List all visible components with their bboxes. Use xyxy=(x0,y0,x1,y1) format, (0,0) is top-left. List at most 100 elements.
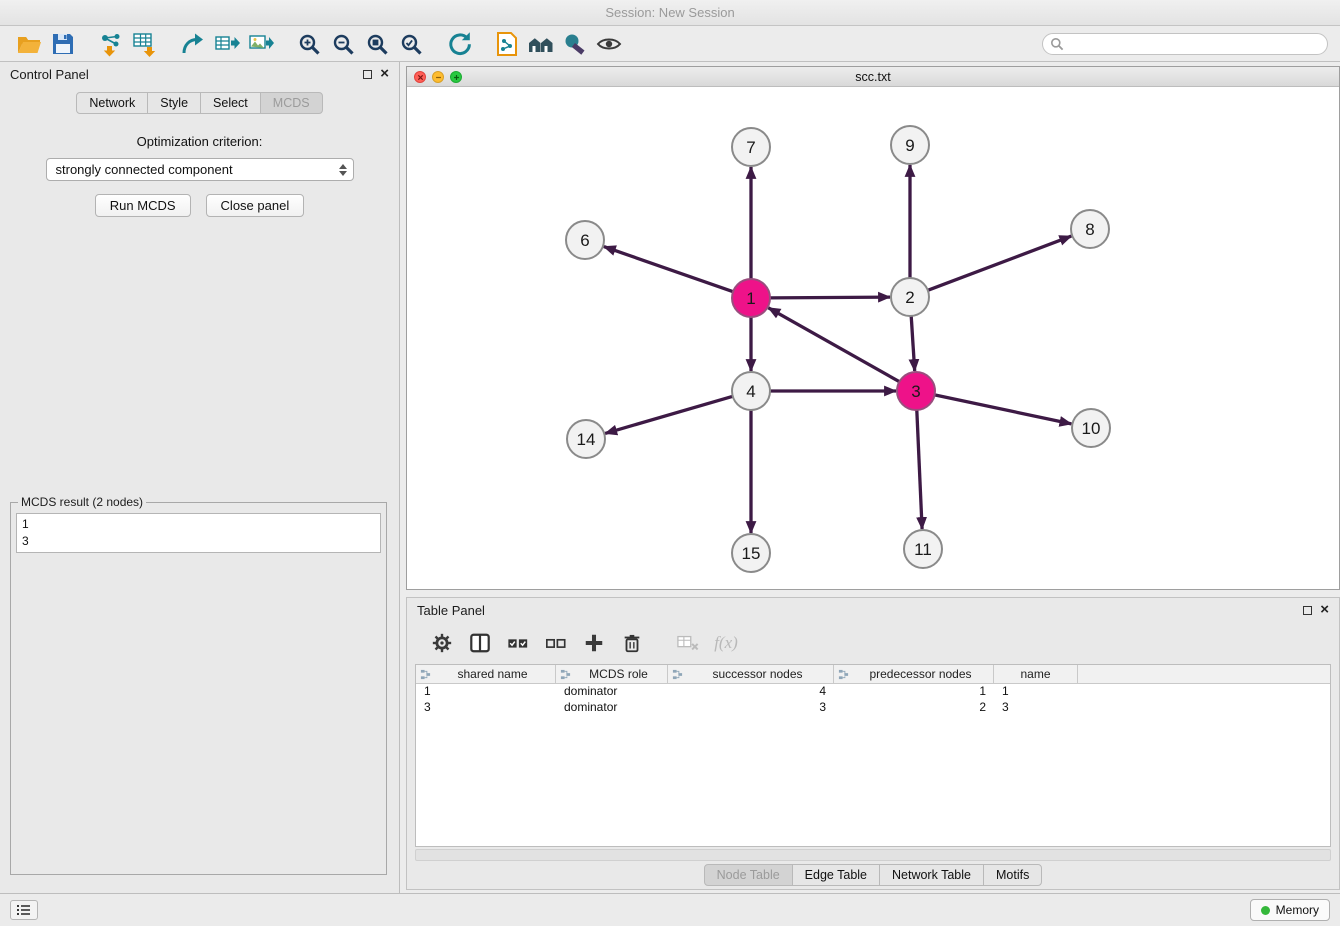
mcds-buttons-row: Run MCDS Close panel xyxy=(0,194,399,217)
refresh-icon xyxy=(446,31,472,57)
edge-1-2[interactable] xyxy=(770,297,890,298)
export-network-button[interactable] xyxy=(176,29,210,59)
open-session-button[interactable] xyxy=(12,29,46,59)
close-panel-icon[interactable]: × xyxy=(380,69,389,79)
export-table-icon xyxy=(214,31,240,57)
import-table-button[interactable] xyxy=(128,29,162,59)
export-image-icon xyxy=(248,31,274,57)
node-7[interactable]: 7 xyxy=(732,128,770,166)
deselect-all-rows-button[interactable] xyxy=(539,627,573,659)
horizontal-scrollbar[interactable] xyxy=(415,849,1331,861)
zoom-selected-button[interactable] xyxy=(394,29,428,59)
first-neighbors-button[interactable] xyxy=(524,29,558,59)
task-history-button[interactable] xyxy=(10,900,38,920)
svg-text:7: 7 xyxy=(746,138,755,157)
column-header-predecessor-nodes[interactable]: predecessor nodes xyxy=(834,665,994,683)
zoom-fit-button[interactable] xyxy=(360,29,394,59)
tab-style[interactable]: Style xyxy=(147,92,201,114)
create-column-button[interactable] xyxy=(577,627,611,659)
node-1[interactable]: 1 xyxy=(732,279,770,317)
edge-3-11[interactable] xyxy=(917,410,922,529)
tab-edge-table[interactable]: Edge Table xyxy=(792,864,880,886)
tab-motifs[interactable]: Motifs xyxy=(983,864,1042,886)
eye-icon xyxy=(596,31,622,57)
float-panel-icon[interactable] xyxy=(363,70,372,79)
node-3[interactable]: 3 xyxy=(897,372,935,410)
run-mcds-button[interactable]: Run MCDS xyxy=(95,194,191,217)
select-all-rows-button[interactable] xyxy=(501,627,535,659)
function-builder-button[interactable]: f(x) xyxy=(709,627,743,659)
edge-2-3[interactable] xyxy=(911,316,915,371)
tab-select[interactable]: Select xyxy=(200,92,261,114)
node-14[interactable]: 14 xyxy=(567,420,605,458)
network-window-titlebar: scc.txt xyxy=(407,67,1339,87)
node-9[interactable]: 9 xyxy=(891,126,929,164)
cell-mcds-role: dominator xyxy=(556,700,668,716)
cell-predecessor-nodes: 2 xyxy=(834,700,994,716)
column-header-name[interactable]: name xyxy=(994,665,1078,683)
mcds-result-fieldset: MCDS result (2 nodes) 1 3 xyxy=(10,495,387,875)
table-settings-button[interactable] xyxy=(425,627,459,659)
minimize-glyph-icon xyxy=(435,74,442,81)
edge-1-6[interactable] xyxy=(604,247,733,292)
minimize-view-button[interactable] xyxy=(432,71,444,83)
node-11[interactable]: 11 xyxy=(904,530,942,568)
svg-text:2: 2 xyxy=(905,288,914,307)
save-session-button[interactable] xyxy=(46,29,80,59)
search-input[interactable] xyxy=(1042,33,1328,55)
unchecked-boxes-icon xyxy=(545,632,567,654)
show-hide-details-button[interactable] xyxy=(592,29,626,59)
criterion-dropdown[interactable]: strongly connected component xyxy=(46,158,354,181)
document-network-icon xyxy=(494,31,520,57)
mcds-result-title: MCDS result (2 nodes) xyxy=(18,495,146,509)
node-10[interactable]: 10 xyxy=(1072,409,1110,447)
show-columns-button[interactable] xyxy=(463,627,497,659)
node-15[interactable]: 15 xyxy=(732,534,770,572)
zoom-out-button[interactable] xyxy=(326,29,360,59)
node-2[interactable]: 2 xyxy=(891,278,929,316)
column-header-shared-name[interactable]: shared name xyxy=(416,665,556,683)
dropdown-stepper-icon xyxy=(337,164,349,176)
close-table-panel-icon[interactable]: × xyxy=(1320,605,1329,615)
svg-text:9: 9 xyxy=(905,136,914,155)
tab-mcds[interactable]: MCDS xyxy=(260,92,323,114)
node-8[interactable]: 8 xyxy=(1071,210,1109,248)
float-table-panel-icon[interactable] xyxy=(1303,606,1312,615)
tab-node-table[interactable]: Node Table xyxy=(704,864,793,886)
export-image-button[interactable] xyxy=(244,29,278,59)
open-network-view-button[interactable] xyxy=(490,29,524,59)
svg-text:1: 1 xyxy=(746,289,755,308)
table-row[interactable]: 1 dominator 4 1 1 xyxy=(416,684,1330,700)
edge-3-10[interactable] xyxy=(935,395,1072,424)
node-4[interactable]: 4 xyxy=(732,372,770,410)
import-network-icon xyxy=(98,31,124,57)
gear-icon xyxy=(431,632,453,654)
control-panel: Control Panel × Network Style Select MCD… xyxy=(0,62,400,893)
close-panel-button[interactable]: Close panel xyxy=(206,194,305,217)
export-table-button[interactable] xyxy=(210,29,244,59)
edge-2-8[interactable] xyxy=(928,236,1072,290)
delete-table-button[interactable] xyxy=(671,627,705,659)
tab-network-table[interactable]: Network Table xyxy=(879,864,984,886)
control-panel-title: Control Panel xyxy=(10,67,89,82)
delete-column-button[interactable] xyxy=(615,627,649,659)
zoom-in-button[interactable] xyxy=(292,29,326,59)
memory-button[interactable]: Memory xyxy=(1250,899,1330,921)
network-canvas[interactable]: 7 9 6 8 1 2 4 3 14 10 15 11 xyxy=(407,87,1339,589)
edge-3-1[interactable] xyxy=(768,308,899,382)
node-6[interactable]: 6 xyxy=(566,221,604,259)
column-header-mcds-role[interactable]: MCDS role xyxy=(556,665,668,683)
tab-network[interactable]: Network xyxy=(76,92,148,114)
mcds-result-list[interactable]: 1 3 xyxy=(16,513,381,553)
cell-shared-name: 3 xyxy=(416,700,556,716)
close-view-button[interactable] xyxy=(414,71,426,83)
import-network-button[interactable] xyxy=(94,29,128,59)
maximize-view-button[interactable] xyxy=(450,71,462,83)
edge-4-14[interactable] xyxy=(605,396,733,433)
column-header-successor-nodes[interactable]: successor nodes xyxy=(668,665,834,683)
table-row[interactable]: 3 dominator 3 2 3 xyxy=(416,700,1330,716)
cell-predecessor-nodes: 1 xyxy=(834,684,994,700)
refresh-button[interactable] xyxy=(442,29,476,59)
plus-icon xyxy=(583,632,605,654)
apply-style-button[interactable] xyxy=(558,29,592,59)
